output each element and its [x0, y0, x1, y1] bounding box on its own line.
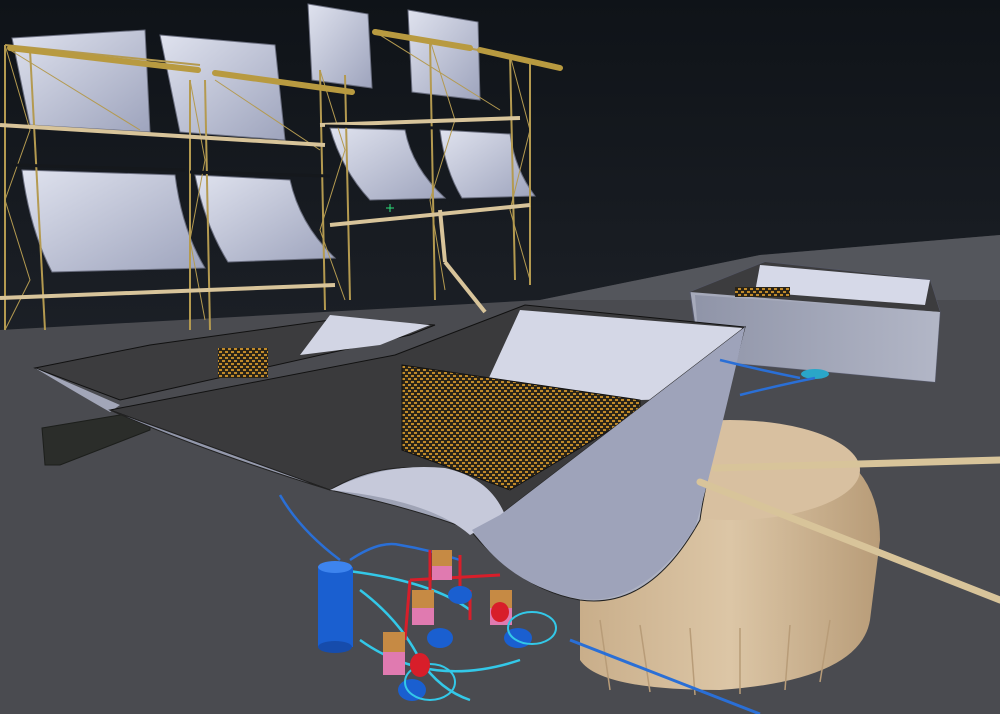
3d-viewport[interactable] [0, 0, 1000, 714]
buffer-vessel[interactable] [318, 561, 353, 653]
scene-canvas[interactable] [0, 0, 1000, 714]
